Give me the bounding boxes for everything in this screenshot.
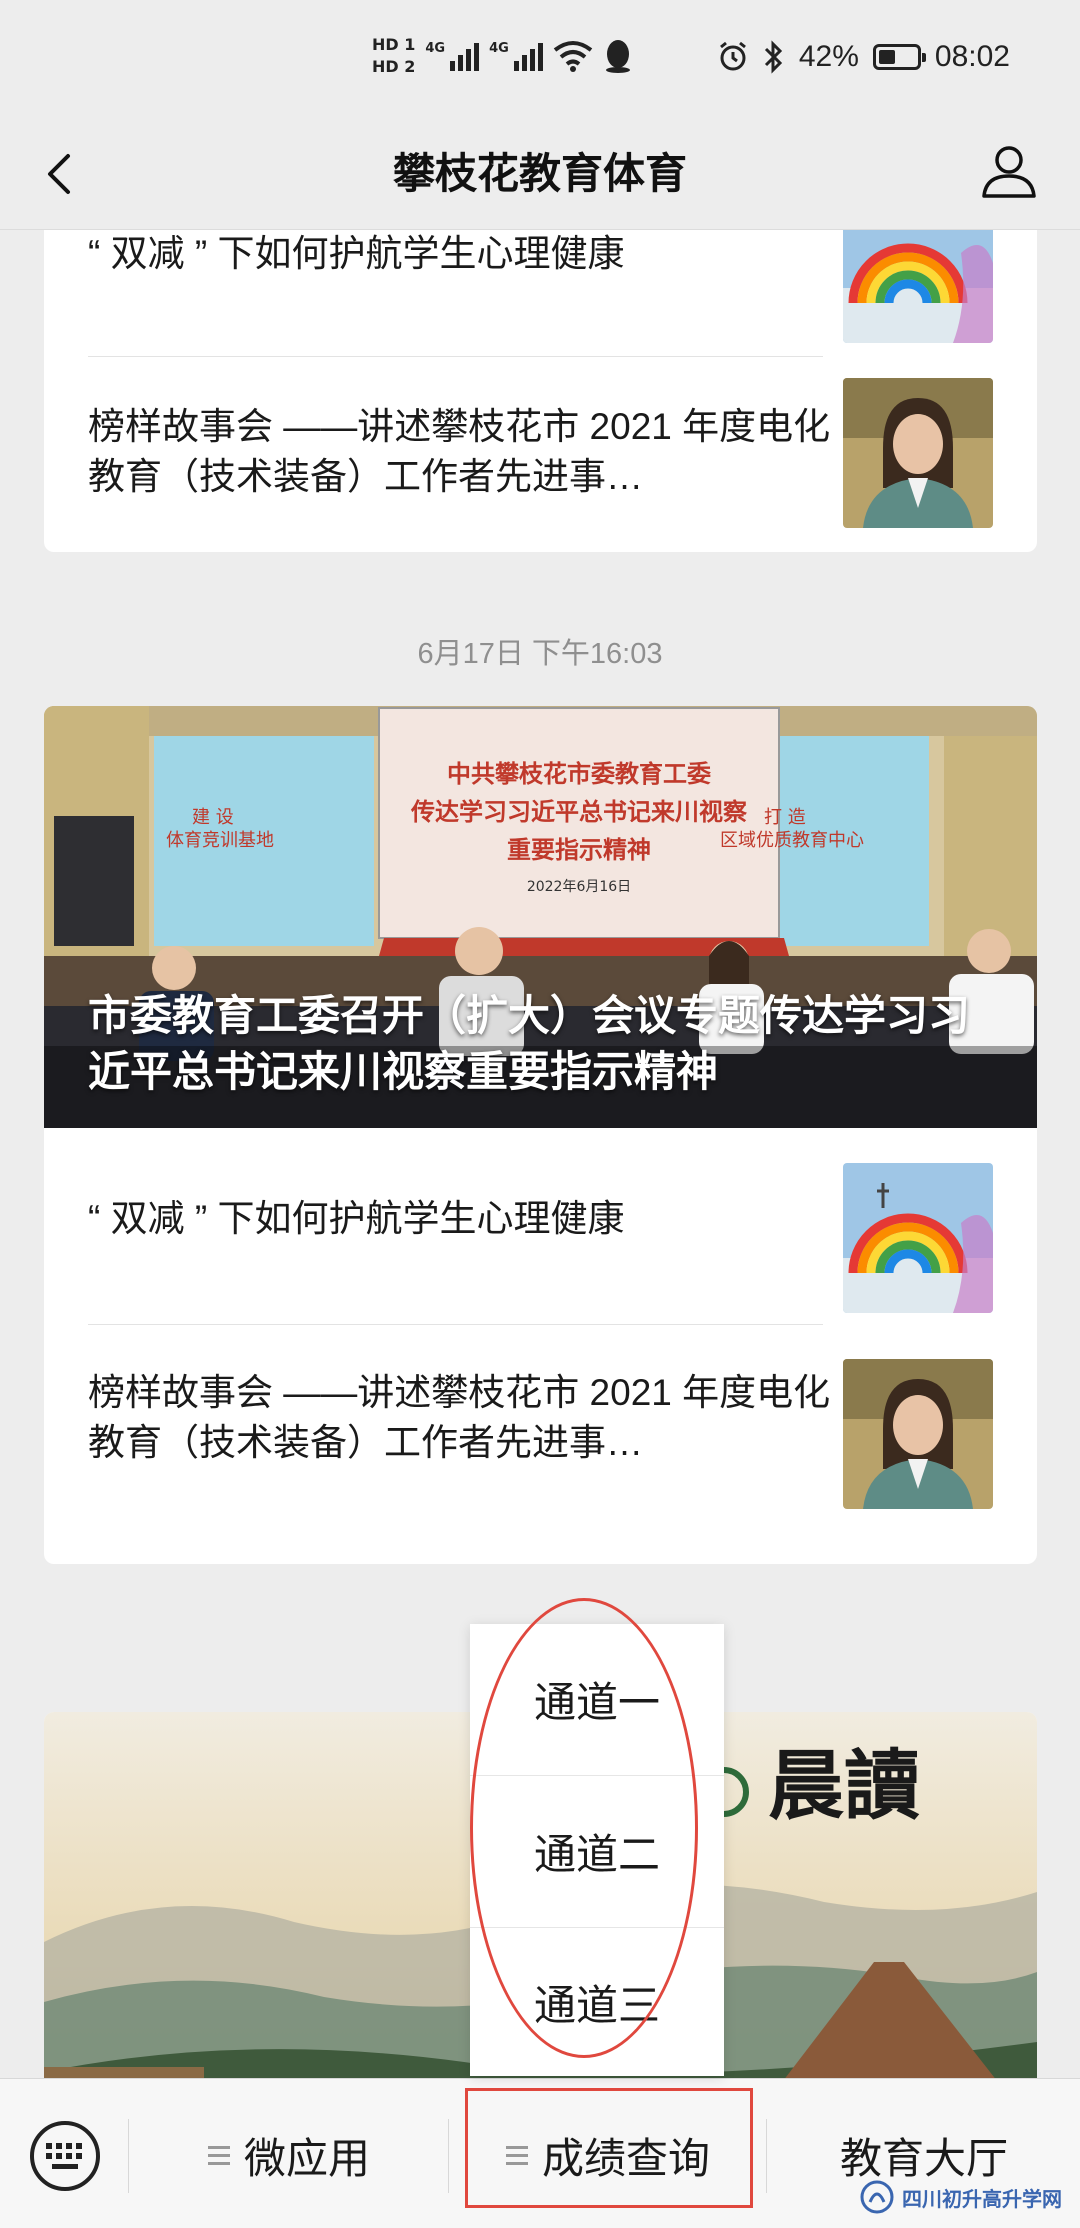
banner-date: 2022年6月16日 — [527, 879, 631, 895]
article-item[interactable]: “ 双减 ” 下如何护航学生心理健康 — [44, 1128, 1037, 1324]
signal-icon: 4G — [425, 41, 480, 71]
penguin-icon — [605, 40, 630, 73]
status-left: HD 1 HD 2 4G 4G — [372, 36, 633, 76]
submenu-item-channel-3[interactable]: 通道三 — [470, 1928, 724, 2076]
page-title: 攀枝花教育体育 — [392, 149, 687, 198]
article-title: “ 双减 ” 下如何护航学生心理健康 — [88, 1198, 625, 1239]
submenu-item-channel-1[interactable]: 通道一 — [470, 1624, 724, 1776]
rainbow-thumbnail — [843, 230, 993, 343]
banner-right-sign: 打 造 — [764, 807, 806, 828]
alarm-icon — [719, 41, 746, 71]
hero-article[interactable]: 建 设 体育竞训基地 打 造 区域优质教育中心 中共攀枝花市委教育工委 传达学习… — [44, 706, 1037, 1128]
article-item[interactable]: 榜样故事会 ——讲述攀枝花市 2021 年度电化教育（技术装备）工作者先进事… — [44, 356, 1037, 552]
menu-lines-icon — [207, 2145, 230, 2165]
menu-score-query[interactable]: 成绩查询 — [450, 2109, 766, 2201]
menu-micro-apps[interactable]: 微应用 — [130, 2109, 448, 2201]
menu-lines-icon — [505, 2145, 528, 2165]
hd2-label: HD 2 — [372, 57, 416, 76]
menu-separator — [766, 2119, 767, 2193]
calligraphy-title: 晨讀 — [768, 1741, 920, 1830]
article-card: “ 双减 ” 下如何护航学生心理健康 榜样故事会 ——讲述攀枝花市 2021 年… — [44, 230, 1037, 552]
article-title: “ 双减 ” 下如何护航学生心理健康 — [88, 233, 625, 274]
banner-line2: 传达学习习近平总书记来川视察 — [410, 798, 748, 826]
submenu-item-channel-2[interactable]: 通道二 — [470, 1776, 724, 1928]
article-item[interactable]: 榜样故事会 ——讲述攀枝花市 2021 年度电化教育（技术装备）工作者先进事… — [44, 1324, 1037, 1520]
signal-icon: 4G — [489, 41, 543, 71]
sim-hd-indicators: HD 1 HD 2 — [372, 36, 415, 76]
hd1-label: HD 1 — [372, 35, 416, 54]
nav-bar: 攀枝花教育体育 — [0, 120, 1080, 230]
battery-icon — [872, 44, 926, 70]
watermark-logo-icon — [860, 2180, 894, 2214]
portrait-thumbnail — [843, 378, 993, 528]
rainbow-thumbnail — [843, 1163, 993, 1313]
article-title: 榜样故事会 ——讲述攀枝花市 2021 年度电化教育（技术装备）工作者先进事… — [88, 1372, 831, 1463]
bluetooth-icon — [764, 40, 782, 74]
menu-separator — [448, 2119, 449, 2193]
article-item[interactable]: “ 双减 ” 下如何护航学生心理健康 — [44, 230, 1037, 356]
banner-line1: 中共攀枝花市委教育工委 — [447, 760, 711, 788]
status-bar: HD 1 HD 2 4G 4G 42% 08:02 — [0, 0, 1080, 120]
portrait-thumbnail — [843, 1359, 993, 1509]
menu-label: 教育大厅 — [839, 2134, 1008, 2182]
watermark: 四川初升高升学网 — [860, 2180, 1062, 2214]
profile-icon[interactable] — [978, 140, 1040, 202]
battery-percent: 42% — [798, 40, 859, 73]
article-card: 建 设 体育竞训基地 打 造 区域优质教育中心 中共攀枝花市委教育工委 传达学习… — [44, 706, 1037, 1564]
banner-line3: 重要指示精神 — [507, 836, 651, 864]
svg-text:体育竞训基地: 体育竞训基地 — [166, 830, 274, 851]
submenu-popup: 通道一 通道二 通道三 — [470, 1624, 724, 2076]
keyboard-icon[interactable] — [28, 2119, 102, 2193]
svg-text:区域优质教育中心: 区域优质教育中心 — [720, 830, 864, 851]
status-time: 08:02 — [934, 40, 1010, 73]
menu-separator — [128, 2119, 129, 2193]
article-title: 榜样故事会 ——讲述攀枝花市 2021 年度电化教育（技术装备）工作者先进事… — [88, 406, 831, 497]
watermark-text: 四川初升高升学网 — [902, 2188, 1062, 2211]
timestamp: 6月17日 下午16:03 — [417, 638, 663, 670]
hero-article-title: 市委教育工委召开（扩大）会议专题传达学习习近平总书记来川视察重要指示精神 — [88, 992, 971, 1095]
menu-label: 微应用 — [243, 2134, 370, 2182]
status-right: 42% 08:02 — [717, 40, 1010, 74]
wifi-icon — [553, 41, 593, 72]
menu-label: 成绩查询 — [541, 2134, 710, 2182]
banner-left-sign: 建 设 — [192, 807, 234, 828]
